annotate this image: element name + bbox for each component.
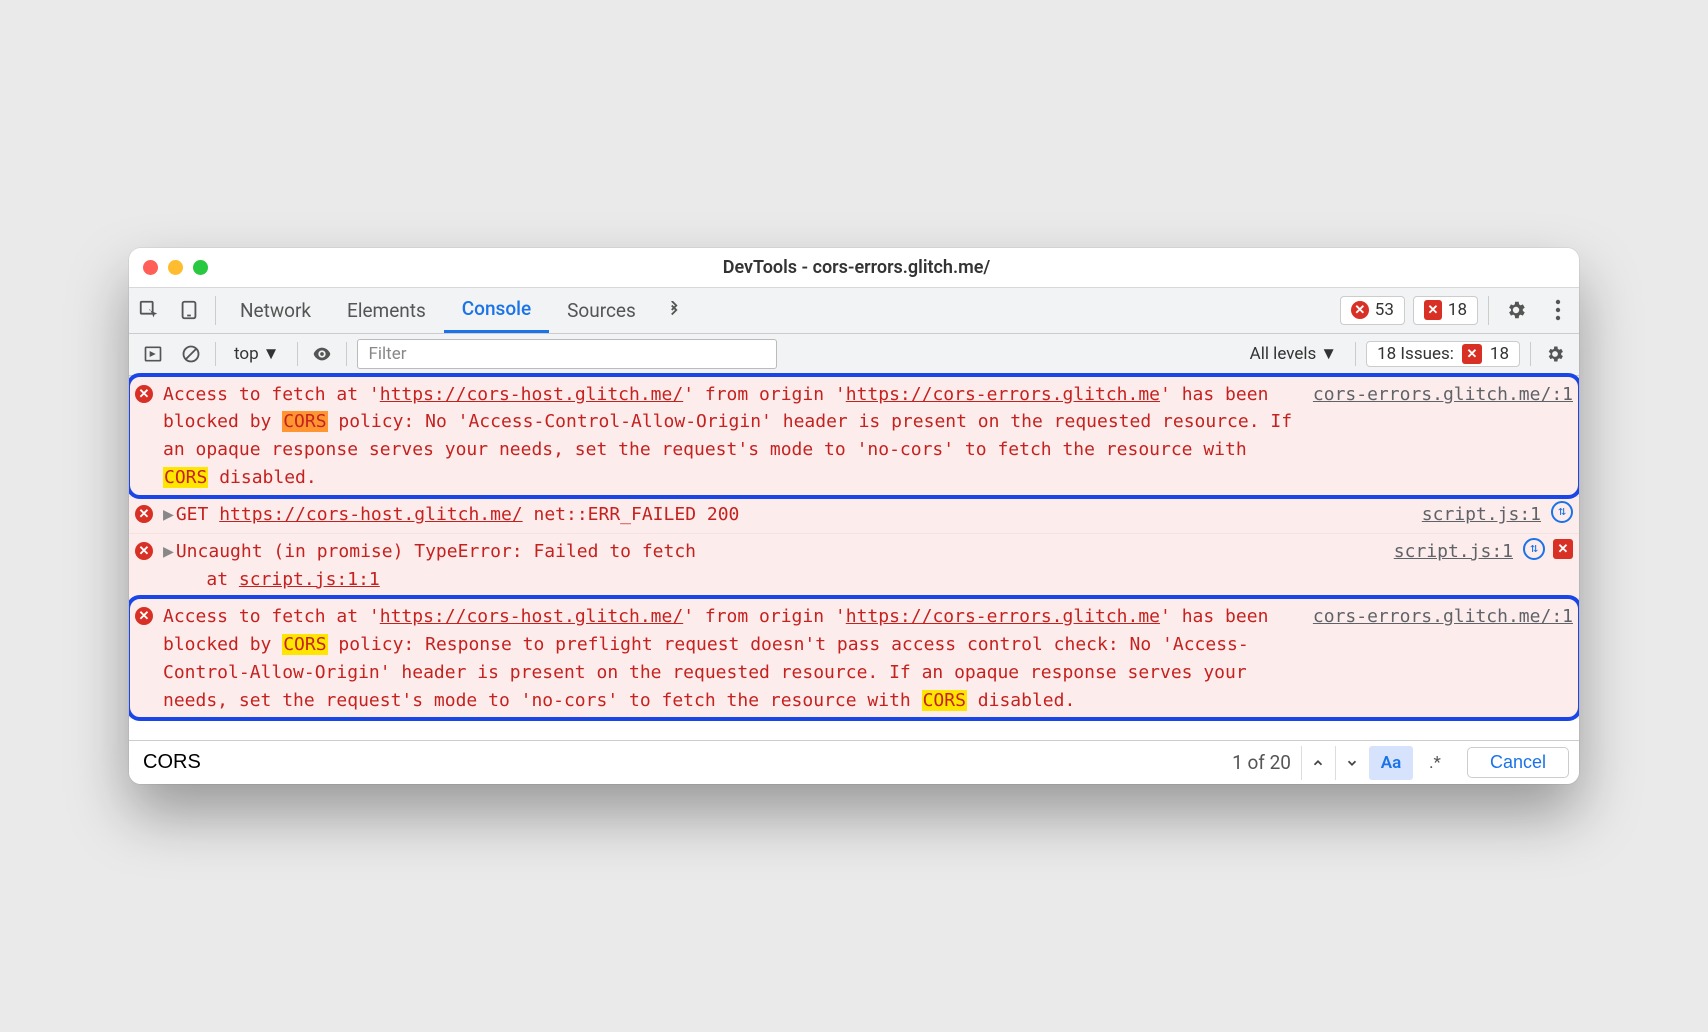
- minimize-window-button[interactable]: [168, 260, 183, 275]
- error-count: 53: [1375, 300, 1394, 320]
- disclosure-triangle-icon[interactable]: ▶: [163, 504, 174, 525]
- console-error-row[interactable]: ✕ Access to fetch at 'https://cors-host.…: [129, 376, 1579, 497]
- more-tabs-icon[interactable]: [654, 288, 694, 333]
- tab-console[interactable]: Console: [444, 288, 549, 333]
- source-link[interactable]: cors-errors.glitch.me/:1: [1313, 381, 1573, 409]
- console-message: ▶GET https://cors-host.glitch.me/ net::E…: [163, 501, 1402, 529]
- console-output: ✕ Access to fetch at 'https://cors-host.…: [129, 376, 1579, 741]
- device-toolbar-icon[interactable]: [169, 288, 209, 333]
- filter-input[interactable]: Filter: [357, 339, 777, 369]
- search-input[interactable]: [129, 741, 1222, 784]
- clear-console-icon[interactable]: [177, 340, 205, 368]
- source-link[interactable]: cors-errors.glitch.me/:1: [1313, 603, 1573, 631]
- chevron-down-icon: ▼: [1320, 344, 1337, 364]
- console-message: Access to fetch at 'https://cors-host.gl…: [163, 381, 1293, 493]
- error-icon: ✕: [135, 505, 157, 523]
- window-controls: [143, 260, 208, 275]
- inspect-element-icon[interactable]: [129, 288, 169, 333]
- chevron-down-icon: ▼: [263, 344, 280, 364]
- search-cancel-button[interactable]: Cancel: [1467, 747, 1569, 778]
- error-icon: ✕: [135, 607, 157, 625]
- maximize-window-button[interactable]: [193, 260, 208, 275]
- window-title: DevTools - cors-errors.glitch.me/: [208, 257, 1505, 278]
- tab-network[interactable]: Network: [222, 288, 329, 333]
- console-error-row[interactable]: ✕ ▶GET https://cors-host.glitch.me/ net:…: [129, 496, 1579, 533]
- main-tabstrip: Network Elements Console Sources ✕ 53 ✕ …: [129, 288, 1579, 334]
- network-icon[interactable]: ⇅: [1523, 538, 1545, 560]
- close-window-button[interactable]: [143, 260, 158, 275]
- issues-count: 18: [1448, 300, 1467, 320]
- settings-icon[interactable]: [1495, 288, 1537, 333]
- source-link[interactable]: script.js:1: [1422, 501, 1541, 529]
- devtools-window: DevTools - cors-errors.glitch.me/ Networ…: [129, 248, 1579, 785]
- source-link[interactable]: script.js:1: [1394, 538, 1513, 566]
- issue-icon[interactable]: ✕: [1553, 539, 1573, 559]
- issues-pill[interactable]: 18 Issues: ✕ 18: [1366, 341, 1520, 367]
- console-error-row[interactable]: ✕ ▶Uncaught (in promise) TypeError: Fail…: [129, 533, 1579, 598]
- error-icon: ✕: [135, 385, 157, 403]
- console-error-row[interactable]: ✕ Access to fetch at 'https://cors-host.…: [129, 598, 1579, 719]
- titlebar: DevTools - cors-errors.glitch.me/: [129, 248, 1579, 288]
- log-levels-selector[interactable]: All levels ▼: [1242, 344, 1346, 364]
- issues-count-badge[interactable]: ✕ 18: [1413, 296, 1478, 325]
- search-bar: 1 of 20 Aa .* Cancel: [129, 740, 1579, 784]
- toggle-sidebar-icon[interactable]: [139, 340, 167, 368]
- tab-sources[interactable]: Sources: [549, 288, 654, 333]
- kebab-menu-icon[interactable]: [1537, 288, 1579, 333]
- console-message: ▶Uncaught (in promise) TypeError: Failed…: [163, 538, 1374, 594]
- console-toolbar: top ▼ Filter All levels ▼ 18 Issues: ✕ 1…: [129, 334, 1579, 376]
- error-count-badge[interactable]: ✕ 53: [1340, 296, 1405, 325]
- disclosure-triangle-icon[interactable]: ▶: [163, 541, 174, 562]
- search-next-button[interactable]: [1335, 746, 1369, 780]
- console-message: Access to fetch at 'https://cors-host.gl…: [163, 603, 1293, 715]
- error-icon: ✕: [135, 542, 157, 560]
- match-case-toggle[interactable]: Aa: [1369, 746, 1413, 780]
- tab-elements[interactable]: Elements: [329, 288, 444, 333]
- network-icon[interactable]: ⇅: [1551, 501, 1573, 523]
- regex-toggle[interactable]: .*: [1413, 746, 1457, 780]
- live-expression-icon[interactable]: [308, 340, 336, 368]
- search-prev-button[interactable]: [1301, 746, 1335, 780]
- search-match-count: 1 of 20: [1222, 751, 1301, 774]
- context-selector[interactable]: top ▼: [226, 342, 287, 366]
- console-settings-icon[interactable]: [1541, 340, 1569, 368]
